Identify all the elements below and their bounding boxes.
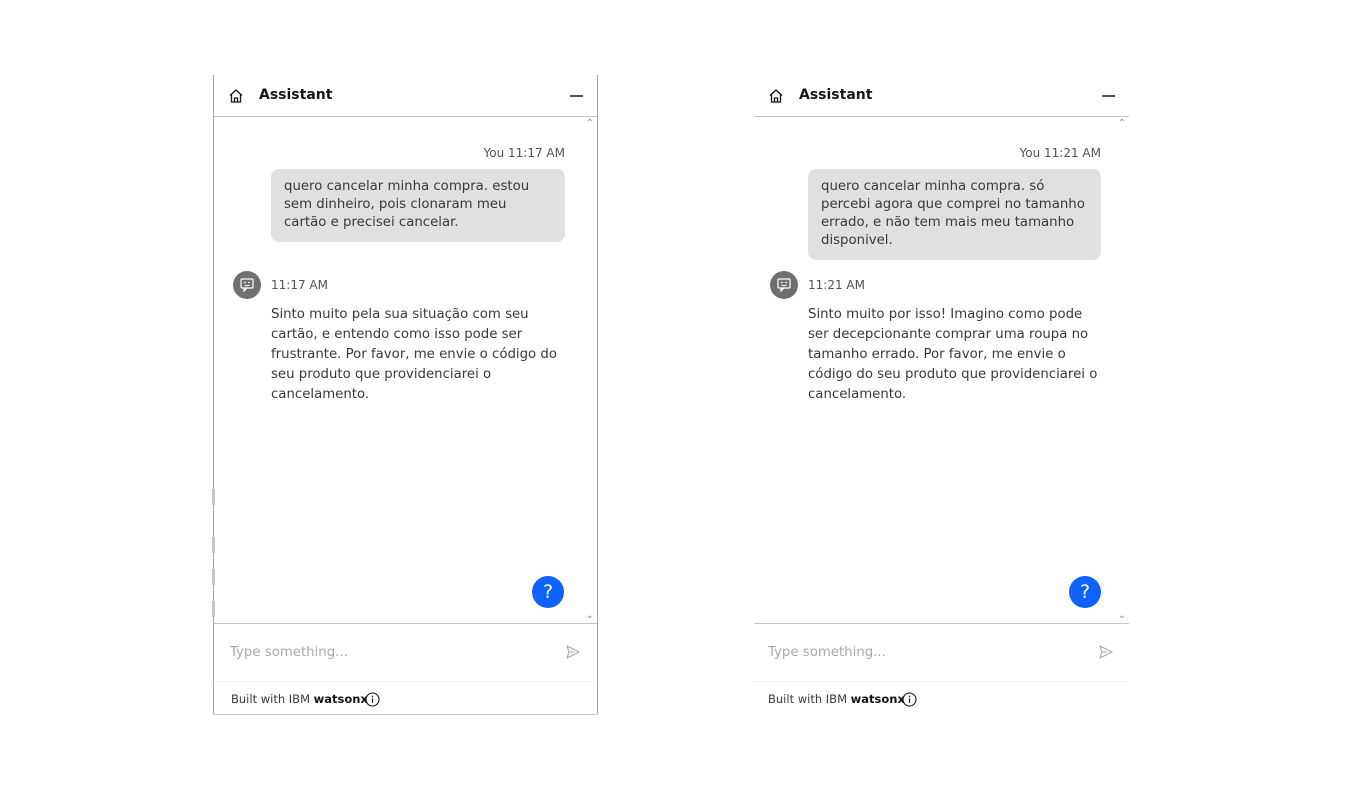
chat-title: Assistant — [799, 87, 873, 103]
bot-time: 11:17 AM — [271, 278, 328, 292]
built-with-prefix: Built with IBM — [768, 692, 847, 706]
message-input[interactable] — [768, 641, 1078, 663]
minimize-button[interactable] — [563, 85, 589, 107]
brand-name: watsonx — [313, 692, 368, 706]
built-with-label: Built with IBM watsonx — [231, 692, 368, 706]
minimize-icon — [570, 95, 583, 97]
brand-name: watsonx — [850, 692, 905, 706]
footer: Built with IBM watsonx — [754, 681, 1129, 715]
user-sender: You — [1019, 146, 1041, 160]
message-input[interactable] — [230, 641, 540, 663]
chat-bot-icon — [777, 278, 791, 292]
built-with-prefix: Built with IBM — [231, 692, 310, 706]
user-sender: You — [483, 146, 505, 160]
info-icon[interactable] — [902, 692, 917, 707]
chat-widget-right: Assistant ⌃ You 11:21 AM quero cancelar … — [754, 75, 1129, 714]
scroll-down-arrow[interactable]: ⌄ — [586, 611, 594, 621]
chat-header: Assistant — [754, 75, 1129, 117]
home-icon[interactable] — [228, 88, 244, 104]
message-input-area — [214, 623, 597, 682]
scroll-up-arrow[interactable]: ⌃ — [1118, 119, 1126, 129]
message-input-area — [754, 623, 1129, 682]
footer: Built with IBM watsonx — [214, 681, 597, 715]
edge-marks — [212, 489, 215, 617]
send-icon[interactable] — [1099, 645, 1113, 659]
scroll-down-arrow[interactable]: ⌄ — [1118, 611, 1126, 621]
bot-avatar — [770, 271, 798, 299]
user-message-meta: You 11:21 AM — [1020, 146, 1101, 160]
user-message-bubble: quero cancelar minha compra. só percebi … — [808, 169, 1101, 260]
bot-message-text: Sinto muito pela sua situação com seu ca… — [271, 307, 557, 402]
scroll-up-arrow[interactable]: ⌃ — [586, 119, 594, 129]
user-message-meta: You 11:17 AM — [484, 146, 565, 160]
minimize-icon — [1102, 95, 1115, 97]
send-icon[interactable] — [566, 645, 580, 659]
bot-time: 11:21 AM — [808, 278, 865, 292]
bot-avatar — [233, 271, 261, 299]
chat-widget-left: Assistant ⌃ You 11:17 AM quero cancelar … — [212, 75, 598, 715]
user-time: 11:17 AM — [508, 146, 565, 160]
info-icon[interactable] — [365, 692, 380, 707]
user-time: 11:21 AM — [1044, 146, 1101, 160]
user-message-bubble: quero cancelar minha compra. estou sem d… — [271, 169, 565, 242]
chat-header: Assistant — [214, 75, 597, 117]
bot-message-text: Sinto muito por isso! Imagino como pode … — [808, 307, 1098, 402]
help-button[interactable]: ? — [532, 576, 564, 608]
help-button[interactable]: ? — [1069, 576, 1101, 608]
minimize-button[interactable] — [1095, 85, 1121, 107]
home-icon[interactable] — [768, 88, 784, 104]
chat-bot-icon — [240, 278, 254, 292]
built-with-label: Built with IBM watsonx — [768, 692, 905, 706]
chat-title: Assistant — [259, 87, 333, 103]
